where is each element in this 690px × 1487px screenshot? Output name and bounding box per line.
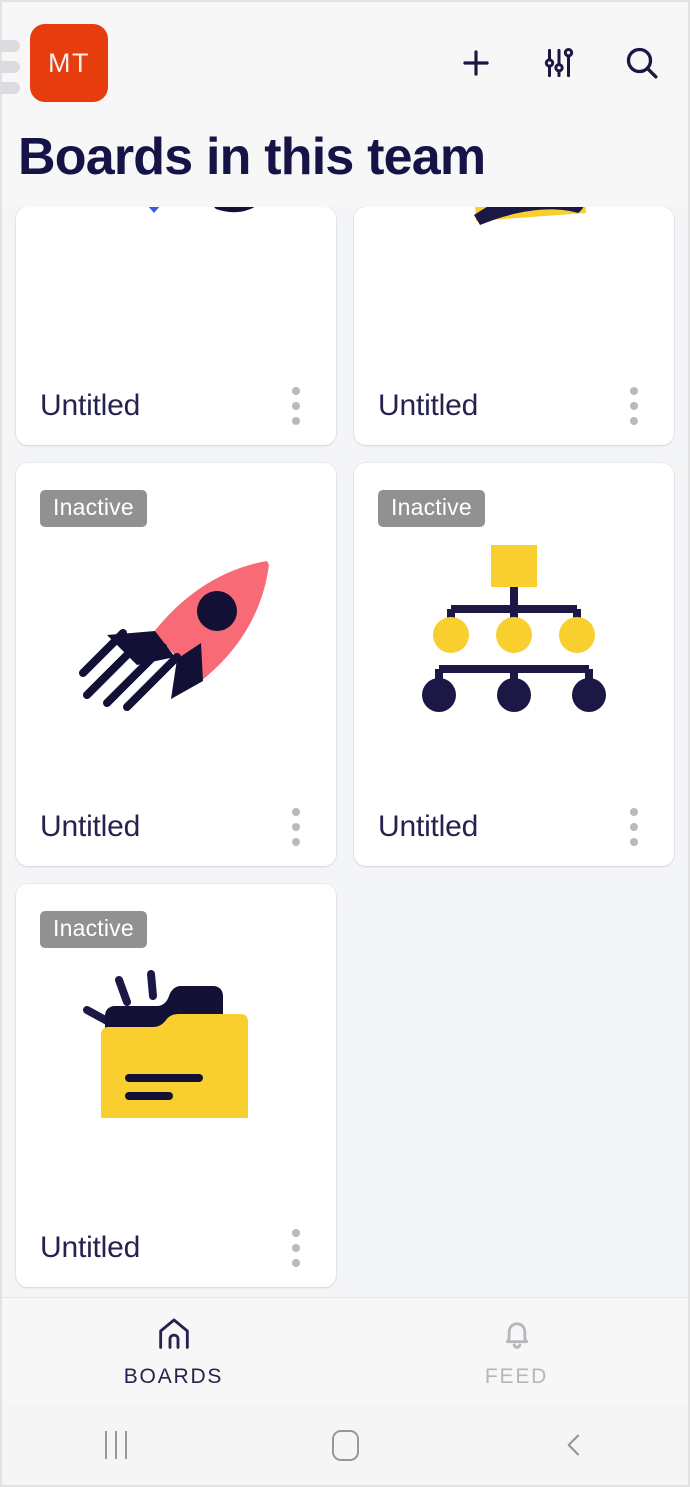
recents-button[interactable] (2, 1431, 231, 1459)
board-title: Untitled (40, 809, 141, 843)
tab-feed[interactable]: FEED (345, 1314, 688, 1389)
drawer-handle-icon[interactable] (0, 40, 20, 94)
search-icon (626, 47, 658, 79)
system-navigation-bar (2, 1405, 688, 1485)
board-card-footer: Untitled (16, 367, 336, 445)
folder-art-wrap (16, 960, 336, 1133)
tab-boards[interactable]: BOARDS (2, 1314, 345, 1389)
drawer-handle-bar (0, 61, 20, 73)
back-button[interactable] (459, 1429, 688, 1461)
plus-icon (463, 50, 489, 76)
top-bar-actions (454, 41, 664, 85)
board-card-footer: Untitled (354, 788, 674, 866)
board-title: Untitled (40, 1230, 141, 1264)
board-title: Untitled (378, 388, 479, 422)
tab-boards-label: BOARDS (123, 1365, 224, 1388)
recents-icon (105, 1431, 128, 1459)
top-app-bar: MT (0, 2, 688, 124)
add-board-button[interactable] (454, 41, 498, 85)
drawer-handle-bar (0, 40, 20, 52)
board-card[interactable]: Untitled (16, 206, 336, 445)
home-button[interactable] (231, 1429, 460, 1461)
kebab-menu-icon[interactable] (276, 1224, 316, 1272)
boards-grid: Untitled Untitled Inactive Untitled Inac… (16, 206, 674, 1297)
board-card[interactable]: Inactive Untitled (16, 883, 336, 1287)
back-chevron-icon (567, 1434, 579, 1456)
status-badge: Inactive (40, 489, 147, 527)
boards-scroll-area[interactable]: Untitled Untitled Inactive Untitled Inac… (2, 206, 688, 1297)
sprout-and-arrow-illustration (148, 206, 255, 213)
search-button[interactable] (620, 41, 664, 85)
tab-feed-label: FEED (484, 1365, 549, 1388)
status-badge: Inactive (378, 489, 485, 527)
board-thumbnail (16, 206, 336, 367)
board-thumbnail: Inactive (354, 463, 674, 788)
org-chart-illustration (422, 545, 606, 713)
home-icon (158, 1318, 189, 1349)
yellow-note-illustration (474, 206, 586, 225)
board-card[interactable]: Inactive Untitled (16, 462, 336, 866)
bottom-tab-bar: BOARDS FEED (2, 1297, 688, 1405)
drawer-handle-bar (0, 82, 20, 94)
board-card-footer: Untitled (16, 1209, 336, 1287)
board-title: Untitled (378, 809, 479, 843)
rocket-illustration (79, 561, 269, 712)
board-card-footer: Untitled (16, 788, 336, 866)
bell-icon (505, 1322, 528, 1349)
home-square-icon (331, 1429, 359, 1461)
rocket-art-wrap (16, 531, 336, 719)
status-badge: Inactive (40, 910, 147, 948)
kebab-menu-icon[interactable] (614, 803, 654, 851)
team-avatar[interactable]: MT (30, 24, 108, 102)
board-thumbnail (354, 206, 674, 367)
filter-button[interactable] (537, 41, 581, 85)
board-thumbnail: Inactive (16, 884, 336, 1209)
app-root: MT Boards in this team Untitled Untitled… (0, 0, 690, 1487)
board-card-footer: Untitled (354, 367, 674, 445)
kebab-menu-icon[interactable] (276, 382, 316, 430)
page-title: Boards in this team (2, 124, 688, 207)
sliders-icon (544, 48, 574, 78)
folder-illustration (83, 969, 248, 1118)
board-thumbnail: Inactive (16, 463, 336, 788)
orgchart-art-wrap (354, 533, 674, 717)
board-title: Untitled (40, 388, 141, 422)
kebab-menu-icon[interactable] (276, 803, 316, 851)
board-card[interactable]: Untitled (354, 206, 674, 445)
avatar-initials: MT (48, 47, 90, 78)
kebab-menu-icon[interactable] (614, 382, 654, 430)
board-card[interactable]: Inactive Untitled (354, 462, 674, 866)
